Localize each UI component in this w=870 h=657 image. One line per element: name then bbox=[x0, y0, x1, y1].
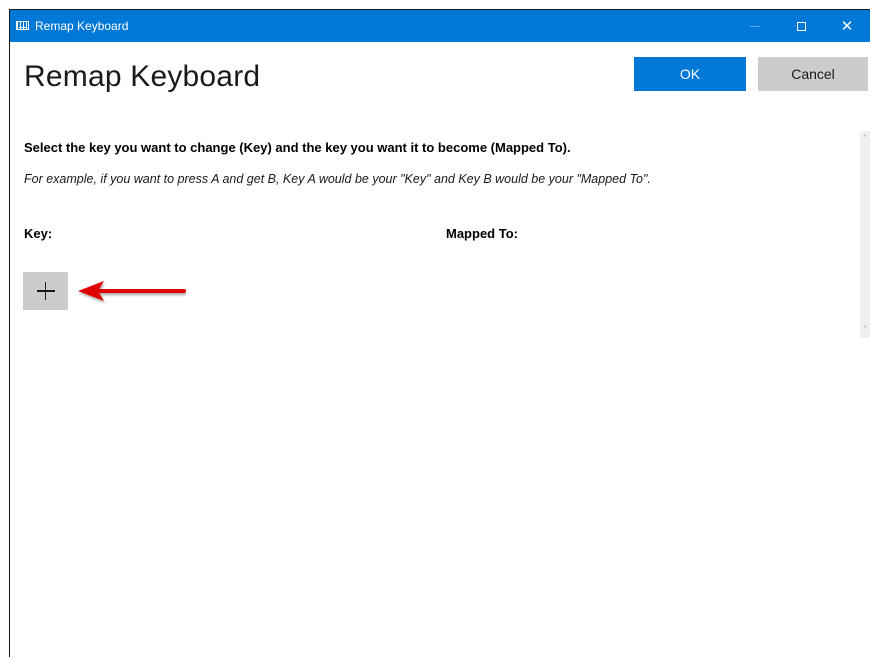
window-title: Remap Keyboard bbox=[35, 19, 129, 33]
red-arrow-icon bbox=[78, 281, 186, 301]
minimize-button[interactable] bbox=[732, 10, 778, 42]
add-key-remap-button[interactable] bbox=[23, 272, 68, 310]
cancel-button[interactable]: Cancel bbox=[758, 57, 868, 91]
key-column-header: Key: bbox=[24, 226, 53, 241]
close-icon: ✕ bbox=[840, 16, 854, 35]
scroll-down-icon[interactable]: ˅ bbox=[861, 326, 869, 334]
ok-button[interactable]: OK bbox=[634, 57, 746, 91]
instruction-text: Select the key you want to change (Key) … bbox=[24, 140, 571, 155]
minimize-icon bbox=[750, 25, 760, 27]
maximize-button[interactable] bbox=[778, 10, 824, 42]
mapped-to-column-header: Mapped To: bbox=[446, 226, 518, 241]
scroll-up-icon[interactable]: ˄ bbox=[861, 135, 869, 143]
close-button[interactable]: ✕ bbox=[824, 10, 870, 42]
page-title: Remap Keyboard bbox=[24, 60, 261, 93]
example-text: For example, if you want to press A and … bbox=[24, 172, 651, 186]
remap-keyboard-window: Remap Keyboard ✕ Remap Keyboard OK Cance… bbox=[9, 9, 870, 657]
maximize-icon bbox=[796, 21, 806, 31]
keyboard-icon bbox=[16, 21, 29, 30]
title-bar[interactable]: Remap Keyboard ✕ bbox=[10, 10, 870, 42]
vertical-scrollbar[interactable]: ˄ ˅ bbox=[860, 131, 870, 338]
plus-icon bbox=[36, 282, 55, 300]
